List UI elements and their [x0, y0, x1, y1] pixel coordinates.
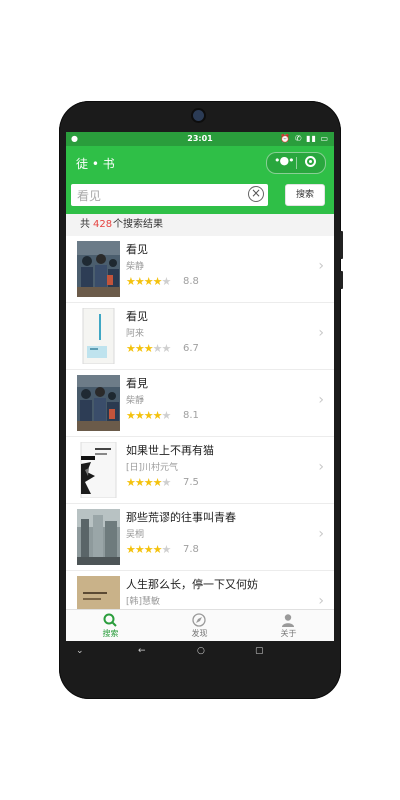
book-author: 柴静: [126, 262, 145, 272]
book-author: 阿来: [126, 329, 145, 339]
result-count-suffix: 个搜索结果: [113, 219, 163, 230]
tab-search[interactable]: 搜索: [66, 610, 155, 641]
book-cover: [77, 375, 120, 431]
book-title: 人生那么长，停一下又何妨: [126, 578, 258, 591]
book-item[interactable]: 看見 柴靜 ★★★★★ 8.1 ›: [66, 370, 334, 437]
chevron-right-icon: ›: [318, 325, 324, 341]
result-count-prefix: 共: [80, 219, 90, 230]
rating-stars: ★★★★★: [126, 409, 171, 422]
rating-stars: ★★★★★: [126, 476, 171, 489]
chevron-right-icon: ›: [318, 392, 324, 408]
capsule-divider: [296, 157, 297, 169]
chevron-right-icon: ›: [318, 459, 324, 475]
tab-discover[interactable]: 发现: [155, 610, 244, 641]
page-title: 徒 • 书: [76, 157, 115, 171]
book-cover: [77, 509, 120, 565]
book-title: 看見: [126, 377, 148, 390]
book-item[interactable]: 那些荒谬的往事叫青春 吴桐 ★★★★★ 7.8 ›: [66, 504, 334, 571]
book-list: 看见 柴静 ★★★★★ 8.8 › 看见 阿来 ★★★★★ 6.7 › 看見 柴…: [66, 236, 334, 609]
system-nav-keys: ⌄ ← ○ ▢: [66, 641, 334, 663]
result-count-number: 428: [93, 219, 113, 230]
book-item[interactable]: 看见 阿来 ★★★★★ 6.7 ›: [66, 303, 334, 370]
book-title: 那些荒谬的往事叫青春: [126, 511, 236, 524]
chevron-down-icon[interactable]: ⌄: [76, 646, 84, 656]
search-button[interactable]: 搜索: [285, 184, 325, 206]
rating-stars: ★★★★★: [126, 543, 171, 556]
clear-icon[interactable]: ×: [248, 186, 264, 202]
tab-bar: 搜索 发现 关于: [66, 609, 334, 641]
chevron-right-icon: ›: [318, 593, 324, 609]
nav-bar: 徒 • 书 •●•: [66, 146, 334, 180]
status-icons: ⏰ ✆ ▮▮ ▭: [280, 134, 329, 143]
book-author: [日]川村元气: [126, 463, 179, 473]
book-item[interactable]: 看见 柴静 ★★★★★ 8.8 ›: [66, 236, 334, 303]
search-icon: [103, 613, 117, 627]
compass-icon: [192, 613, 206, 627]
result-count: 共 428 个搜索结果: [66, 214, 334, 236]
book-score: 7.5: [183, 477, 199, 488]
tab-about[interactable]: 关于: [244, 610, 333, 641]
book-item[interactable]: 如果世上不再有猫 [日]川村元气 ★★★★★ 7.5 ›: [66, 437, 334, 504]
book-title: 看见: [126, 310, 148, 323]
tab-label: 发现: [191, 629, 208, 638]
home-icon[interactable]: ○: [197, 646, 205, 656]
search-bar: × 搜索: [66, 180, 334, 214]
status-bar: ● 23:01 ⏰ ✆ ▮▮ ▭: [66, 132, 334, 146]
book-cover: [77, 241, 120, 297]
front-camera: [193, 110, 204, 121]
book-item[interactable]: 人生那么长，停一下又何妨 [韩]慧敏 ›: [66, 571, 334, 609]
person-icon: [282, 614, 294, 627]
book-cover: [77, 442, 120, 498]
chevron-right-icon: ›: [318, 258, 324, 274]
target-icon[interactable]: [305, 156, 316, 167]
book-author: 吴桐: [126, 530, 145, 540]
book-author: 柴靜: [126, 396, 145, 406]
rating-stars: ★★★★★: [126, 342, 171, 355]
book-score: 8.8: [183, 276, 199, 287]
book-title: 看见: [126, 243, 148, 256]
book-cover: [77, 308, 120, 364]
tab-label: 搜索: [102, 629, 119, 638]
back-icon[interactable]: ←: [138, 646, 146, 656]
search-input[interactable]: [77, 184, 237, 206]
book-score: 6.7: [183, 343, 199, 354]
search-box: ×: [71, 184, 268, 206]
book-score: 7.8: [183, 544, 199, 555]
rating-stars: ★★★★★: [126, 275, 171, 288]
tab-label: 关于: [280, 629, 297, 638]
book-title: 如果世上不再有猫: [126, 444, 214, 457]
volume-button: [340, 231, 343, 259]
book-score: 8.1: [183, 410, 199, 421]
book-author: [韩]慧敏: [126, 597, 161, 607]
recents-icon[interactable]: ▢: [255, 646, 264, 656]
power-button: [340, 271, 343, 289]
chevron-right-icon: ›: [318, 526, 324, 542]
book-cover: [77, 576, 120, 609]
miniprogram-capsule: •●•: [266, 152, 326, 174]
more-dots-icon[interactable]: •●•: [274, 154, 295, 167]
app-screen: ● 23:01 ⏰ ✆ ▮▮ ▭ 徒 • 书 •●• × 搜索 共 428 个搜…: [66, 132, 334, 641]
